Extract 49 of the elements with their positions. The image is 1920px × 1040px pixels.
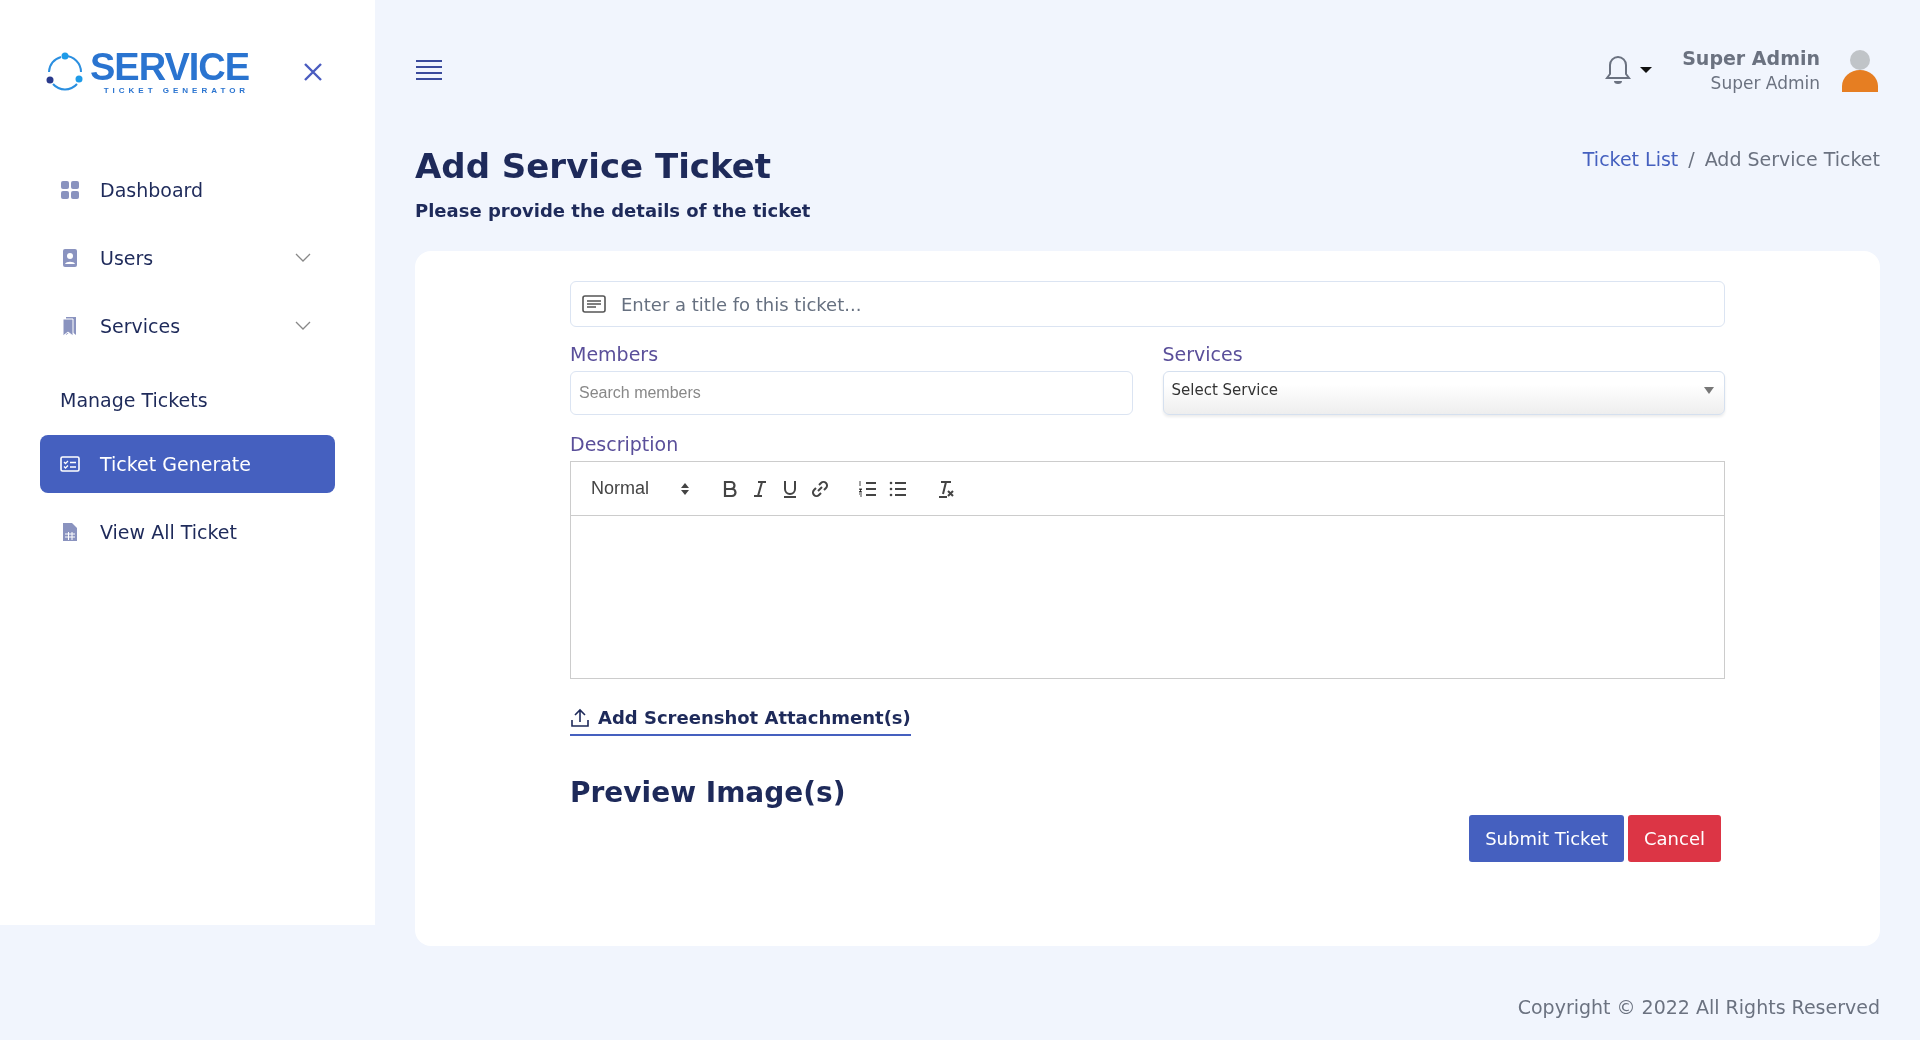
sidebar-item[interactable]: Users [40,229,335,287]
service-dropdown[interactable]: Select Service [1162,371,1725,415]
attachment-link[interactable]: Add Screenshot Attachment(s) [570,707,911,736]
submit-button[interactable]: Submit Ticket [1469,815,1624,862]
sidebar-item[interactable]: Dashboard [40,161,335,219]
menu-icon [415,59,443,81]
breadcrumb-link[interactable]: Ticket List [1582,148,1679,170]
field-label: Services [1162,343,1244,365]
avatar-icon [1840,48,1880,92]
close-button[interactable] [303,61,323,82]
id-card-icon [60,248,80,268]
logo-subtitle: TICKET GENERATOR [102,86,250,95]
page-title: Add Service Ticket [415,146,773,186]
close-icon [303,61,323,82]
text-lines-icon [582,295,606,313]
chevron-down-icon [295,321,311,331]
field-label: Description [570,433,680,455]
sidebar-item[interactable]: View All Ticket [40,503,335,561]
menu-button[interactable] [415,59,443,81]
spreadsheet-icon [60,522,80,542]
description-editor[interactable]: Normal [570,461,1725,679]
caret-icon [1640,66,1653,74]
sidebar-item[interactable]: Ticket Generate [40,435,335,493]
breadcrumb-separator: / [1688,148,1695,170]
dropdown-arrow-icon [1704,386,1714,394]
chevron-down-icon [295,253,311,263]
user-name: Super Admin [1682,47,1820,69]
title-field[interactable]: Enter a title fo this ticket... [570,281,1725,327]
preview-heading: Preview Image(s) [570,776,847,809]
cancel-button[interactable]: Cancel [1628,815,1721,862]
up-down-caret-icon [681,482,689,495]
link-icon [810,478,830,499]
copyright-text: Copyright © 2022 All Rights Reserved [1517,996,1880,1018]
sidebar-item[interactable]: Services [40,297,335,355]
members-search-field[interactable]: Search members [570,371,1133,415]
page-subtitle: Please provide the details of the ticket [415,200,811,221]
logo-title: SERVICE [90,48,250,86]
numbered-list-icon [858,478,878,499]
field-label: Members [570,343,660,365]
notification-button[interactable] [1604,54,1653,86]
grid-icon [60,180,80,200]
clear-format-icon [936,478,956,499]
format-dropdown[interactable]: Normal [585,478,695,499]
user-role: Super Admin [1709,73,1820,93]
section-heading: Manage Tickets [59,388,209,413]
upload-icon [570,707,590,728]
checklist-icon [60,454,80,474]
breadcrumb-current: Add Service Ticket [1704,148,1880,170]
bell-icon [1604,54,1633,86]
